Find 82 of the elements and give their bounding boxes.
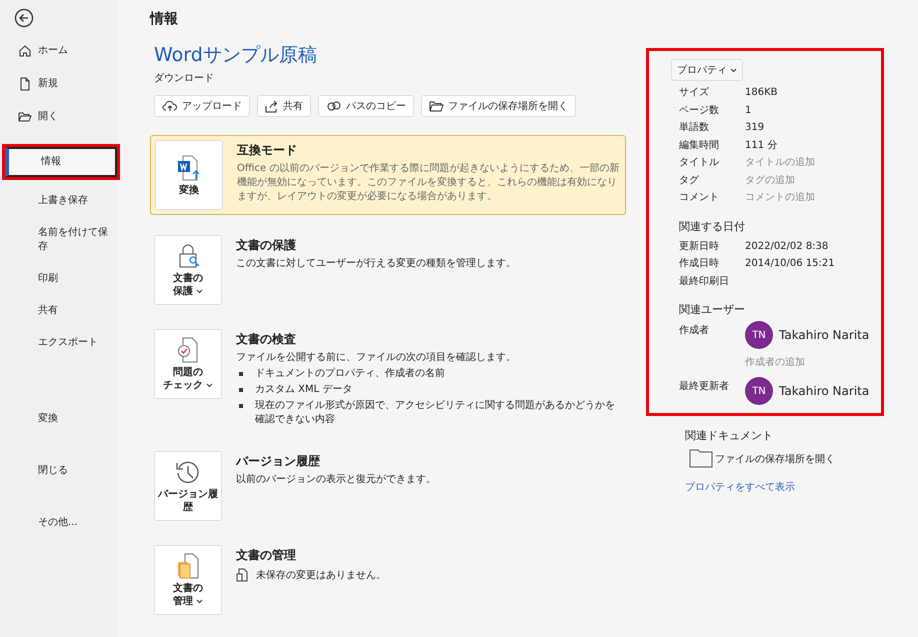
section-heading: 関連する日付 <box>679 218 746 234</box>
property-value: 2022/02/02 8:38 <box>745 240 828 254</box>
cloud-upload-icon <box>162 100 178 112</box>
document-title: Wordサンプル原稿 <box>154 43 318 68</box>
document-icon <box>236 568 248 582</box>
property-value: 186KB <box>745 86 778 100</box>
property-value: 319 <box>745 121 764 135</box>
caret-icon <box>206 383 213 388</box>
bullet-text: ドキュメントのプロパティ、作成者の名前 <box>255 367 445 381</box>
property-value: 1 <box>745 104 752 118</box>
avatar: TN <box>745 377 773 405</box>
bullet-text: 現在のファイル形式が原因で、アクセシビリティに関する問題があるかどうかを確認できない内容 <box>255 399 616 427</box>
property-label: 作成日時 <box>679 256 720 271</box>
show-all-properties-link[interactable]: プロパティをすべて表示 <box>685 480 795 494</box>
nav-item[interactable]: 共有 <box>0 300 117 322</box>
property-value: 111 分 <box>745 138 778 152</box>
action-button[interactable]: 文書の 管理 <box>154 545 222 615</box>
link-icon <box>326 100 342 112</box>
nav-item[interactable]: 開く <box>0 106 117 128</box>
section-title: 文書の管理 <box>236 547 297 564</box>
document-icon <box>18 77 32 91</box>
toolbar-button[interactable]: アップロード <box>154 95 250 117</box>
section-description: 以前のバージョンの表示と復元ができます。 <box>236 473 437 487</box>
bullet-icon <box>239 372 243 376</box>
section-title: 互換モード <box>237 142 298 159</box>
property-label: コメント <box>679 191 720 205</box>
section-description: Office の以前のバージョンで作業する際に問題が起きないようにするため、一部の新機能が無効になっています。このファイルを変換すると、これらの機能は有効になりますが、レイアウトの変更が必要になる場合があります。 <box>237 162 620 204</box>
toolbar-button[interactable]: 共有 <box>257 95 311 117</box>
user-name: Takahiro Narita <box>779 384 870 398</box>
folder-icon <box>689 449 713 468</box>
nav-item[interactable]: 情報 <box>5 147 117 177</box>
property-label: 最終更新者 <box>679 380 730 394</box>
property-label: タイトル <box>679 156 720 170</box>
caret-icon <box>196 289 203 294</box>
nav-item[interactable]: 閉じる <box>0 460 117 482</box>
property-label: サイズ <box>679 86 710 100</box>
user-name: Takahiro Narita <box>779 328 870 342</box>
folder-icon <box>429 100 444 112</box>
toolbar-button[interactable]: ファイルの保存場所を開く <box>421 95 576 117</box>
property-value: 2014/10/06 15:21 <box>745 257 835 271</box>
back-button[interactable] <box>14 8 34 28</box>
action-button[interactable]: 変換 <box>155 140 223 210</box>
section-title: 文書の保護 <box>236 237 297 254</box>
properties-button[interactable]: プロパティ <box>671 59 743 81</box>
caret-icon <box>730 68 737 72</box>
bullet-icon <box>239 404 243 408</box>
nav-item[interactable]: 名前を付けて保存 <box>0 222 117 258</box>
section-title: 文書の検査 <box>236 331 297 348</box>
toolbar-button[interactable]: パスのコピー <box>318 95 414 117</box>
nav-item[interactable]: 上書き保存 <box>0 190 117 212</box>
avatar: TN <box>745 321 773 349</box>
nav-item[interactable]: ホーム <box>0 40 117 62</box>
property-label: ページ数 <box>679 104 720 118</box>
property-label: 更新日時 <box>679 240 720 254</box>
page-title: 情報 <box>150 10 179 28</box>
bullet-icon <box>239 388 243 392</box>
folder-icon <box>18 110 32 124</box>
action-button[interactable]: 文書の 保護 <box>154 235 222 305</box>
nav-item[interactable]: 印刷 <box>0 268 117 290</box>
nav-item[interactable]: 新規 <box>0 73 117 95</box>
nav-item[interactable]: 変換 <box>0 408 117 430</box>
caret-icon <box>196 599 203 604</box>
action-button[interactable]: 問題の チェック <box>154 329 222 399</box>
bullet-text: カスタム XML データ <box>255 383 352 397</box>
section-description: ファイルを公開する前に、ファイルの次の項目を確認します。 <box>236 351 517 365</box>
section-description: この文書に対してユーザーが行える変更の種類を管理します。 <box>236 257 517 271</box>
nav-item[interactable]: その他... <box>0 512 117 534</box>
section-title: バージョン履歴 <box>236 453 321 470</box>
property-label: 作成者 <box>679 324 710 338</box>
share-icon <box>265 100 279 112</box>
property-label: 単語数 <box>679 120 710 135</box>
home-icon <box>18 44 32 58</box>
status-text: 未保存の変更はありません。 <box>256 568 386 582</box>
section-heading: 関連ドキュメント <box>685 428 774 443</box>
property-label: 編集時間 <box>679 138 720 152</box>
document-location: ダウンロード <box>154 72 215 85</box>
property-label: 最終印刷日 <box>679 274 730 288</box>
section-heading: 関連ユーザー <box>679 302 746 317</box>
action-button[interactable]: バージョン履 歴 <box>154 451 222 521</box>
property-label: タグ <box>679 174 700 188</box>
open-location-button[interactable]: ファイルの保存場所を開く <box>689 449 835 468</box>
nav-item[interactable]: エクスポート <box>0 332 117 354</box>
